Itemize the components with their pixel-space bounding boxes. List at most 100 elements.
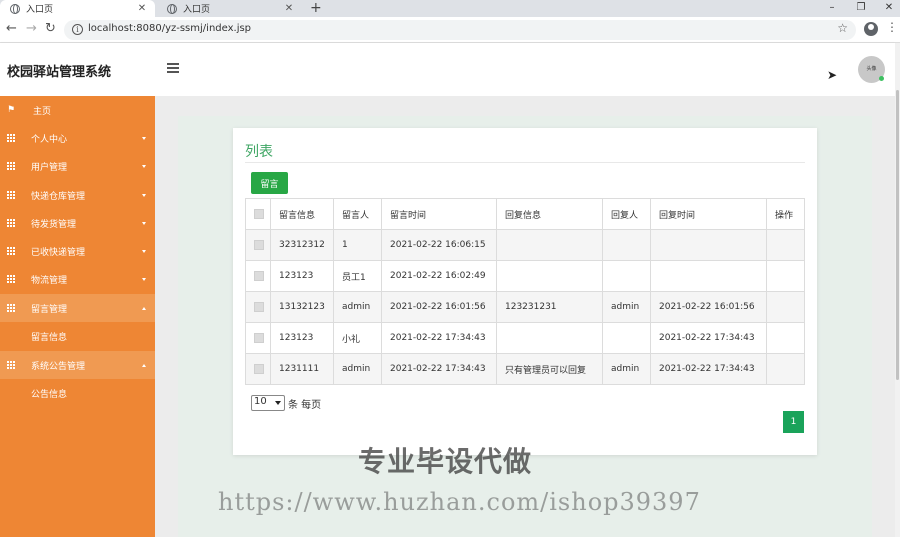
sidebar-item-label: 快递仓库管理	[31, 191, 86, 202]
cell-time: 2021-02-22 16:02:49	[381, 260, 497, 292]
sidebar-item-label: 物流管理	[31, 275, 68, 286]
browser-tab-active[interactable]: 入口页 ✕	[0, 0, 155, 17]
row-checkbox[interactable]	[254, 239, 264, 250]
sidebar-item-label: 待发货管理	[31, 219, 77, 230]
row-checkbox[interactable]	[254, 332, 264, 343]
cell-actions	[766, 353, 805, 385]
page-number-button[interactable]: 1	[783, 411, 804, 433]
hamburger-menu-icon[interactable]	[167, 63, 179, 75]
row-checkbox[interactable]	[254, 301, 264, 312]
sidebar-item-messages[interactable]: 留言管理	[0, 294, 155, 322]
cell-author: 小礼	[333, 322, 382, 354]
chevron-down-icon	[142, 193, 146, 197]
cell-message: 123123	[270, 260, 334, 292]
sidebar-item-label: 留言管理	[31, 304, 68, 315]
globe-icon	[10, 3, 20, 14]
chevron-down-icon	[142, 277, 146, 281]
table-row[interactable]: 13132123 admin 2021-02-22 16:01:56 12323…	[245, 291, 805, 323]
mouse-cursor-icon: ➤	[827, 68, 838, 82]
address-bar: ← → ↻ i localhost:8080/yz-ssmj/index.jsp…	[0, 17, 900, 43]
reload-button[interactable]: ↻	[45, 21, 56, 36]
new-tab-button[interactable]: +	[310, 0, 322, 17]
browser-tab-inactive[interactable]: 入口页 ✕	[157, 0, 302, 17]
bookmark-star-icon[interactable]: ☆	[837, 21, 848, 35]
cell-reply-time	[650, 229, 767, 261]
row-checkbox-cell	[245, 291, 271, 323]
table-row[interactable]: 32312312 1 2021-02-22 16:06:15	[245, 229, 805, 261]
sidebar-item-label: 公告信息	[31, 389, 68, 400]
cell-replier	[602, 260, 651, 292]
sidebar-item-label: 个人中心	[31, 134, 68, 145]
cell-reply	[496, 322, 603, 354]
table-row[interactable]: 123123 员工1 2021-02-22 16:02:49	[245, 260, 805, 292]
browser-menu-icon[interactable]: ⋮	[886, 20, 898, 34]
cell-reply	[496, 229, 603, 261]
sidebar-subitem-announcement-info[interactable]: 公告信息	[0, 379, 155, 407]
cell-message: 13132123	[270, 291, 334, 323]
sidebar: ⚑ 主页 个人中心 用户管理 快递仓库管理 待发货管理 已收快递管理 物流管理 …	[0, 96, 155, 537]
cell-author: 1	[333, 229, 382, 261]
cell-time: 2021-02-22 16:01:56	[381, 291, 497, 323]
cell-reply: 只有管理员可以回复	[496, 353, 603, 385]
chevron-down-icon	[142, 221, 146, 225]
cell-author: 员工1	[333, 260, 382, 292]
cell-replier	[602, 229, 651, 261]
tab-close-icon[interactable]: ✕	[282, 3, 296, 14]
column-header: 留言时间	[381, 198, 497, 230]
add-message-button[interactable]: 留言	[251, 172, 288, 194]
sidebar-item-label: 已收快递管理	[31, 247, 86, 258]
cell-actions	[766, 291, 805, 323]
chevron-up-icon	[142, 306, 146, 310]
cell-reply-time: 2021-02-22 17:34:43	[650, 322, 767, 354]
page-title: 列表	[245, 144, 273, 160]
page-size-suffix: 条 每页	[288, 399, 322, 411]
grid-icon	[7, 361, 15, 369]
page-size-select[interactable]: 10	[251, 395, 285, 411]
cell-actions	[766, 322, 805, 354]
url-input[interactable]: i localhost:8080/yz-ssmj/index.jsp ☆	[64, 20, 856, 40]
row-checkbox[interactable]	[254, 363, 264, 374]
cell-actions	[766, 229, 805, 261]
sidebar-item-personal-center[interactable]: 个人中心	[0, 124, 155, 152]
forward-button[interactable]: →	[26, 21, 37, 36]
flag-icon: ⚑	[7, 105, 16, 115]
cell-reply-time: 2021-02-22 16:01:56	[650, 291, 767, 323]
url-text: localhost:8080/yz-ssmj/index.jsp	[88, 23, 252, 34]
cell-message: 1231111	[270, 353, 334, 385]
sidebar-item-pending-shipment[interactable]: 待发货管理	[0, 209, 155, 237]
back-button[interactable]: ←	[6, 21, 17, 36]
sidebar-subitem-message-info[interactable]: 留言信息	[0, 322, 155, 350]
scrollbar-thumb[interactable]	[896, 90, 899, 380]
chevron-down-icon	[142, 249, 146, 253]
chevron-up-icon	[142, 363, 146, 367]
row-checkbox[interactable]	[254, 270, 264, 281]
chevron-down-icon	[275, 401, 281, 405]
sidebar-item-warehouse[interactable]: 快递仓库管理	[0, 181, 155, 209]
profile-icon[interactable]	[864, 22, 878, 36]
sidebar-item-label: 系统公告管理	[31, 361, 86, 372]
info-icon[interactable]: i	[72, 24, 83, 35]
row-checkbox-cell	[245, 353, 271, 385]
window-close-button[interactable]: ✕	[875, 0, 900, 17]
select-all-checkbox[interactable]	[254, 208, 264, 219]
sidebar-item-announcements[interactable]: 系统公告管理	[0, 351, 155, 379]
sidebar-item-received[interactable]: 已收快递管理	[0, 237, 155, 265]
minimize-button[interactable]: –	[818, 0, 846, 17]
table-row[interactable]: 1231111 admin 2021-02-22 17:34:43 只有管理员可…	[245, 353, 805, 385]
column-header: 回复时间	[650, 198, 767, 230]
tab-close-icon[interactable]: ✕	[135, 3, 149, 14]
sidebar-item-logistics[interactable]: 物流管理	[0, 265, 155, 293]
sidebar-item-users[interactable]: 用户管理	[0, 152, 155, 180]
sidebar-item-home[interactable]: ⚑ 主页	[0, 96, 155, 124]
maximize-button[interactable]: ❐	[847, 0, 875, 17]
cell-reply-time: 2021-02-22 17:34:43	[650, 353, 767, 385]
column-header: 留言信息	[270, 198, 334, 230]
chevron-down-icon	[142, 136, 146, 140]
table-row[interactable]: 123123 小礼 2021-02-22 17:34:43 2021-02-22…	[245, 322, 805, 354]
cell-replier: admin	[602, 353, 651, 385]
chevron-down-icon	[142, 164, 146, 168]
page-size-value: 10	[254, 396, 267, 407]
cell-message: 32312312	[270, 229, 334, 261]
grid-icon	[7, 275, 15, 283]
sidebar-item-label: 主页	[33, 106, 52, 117]
